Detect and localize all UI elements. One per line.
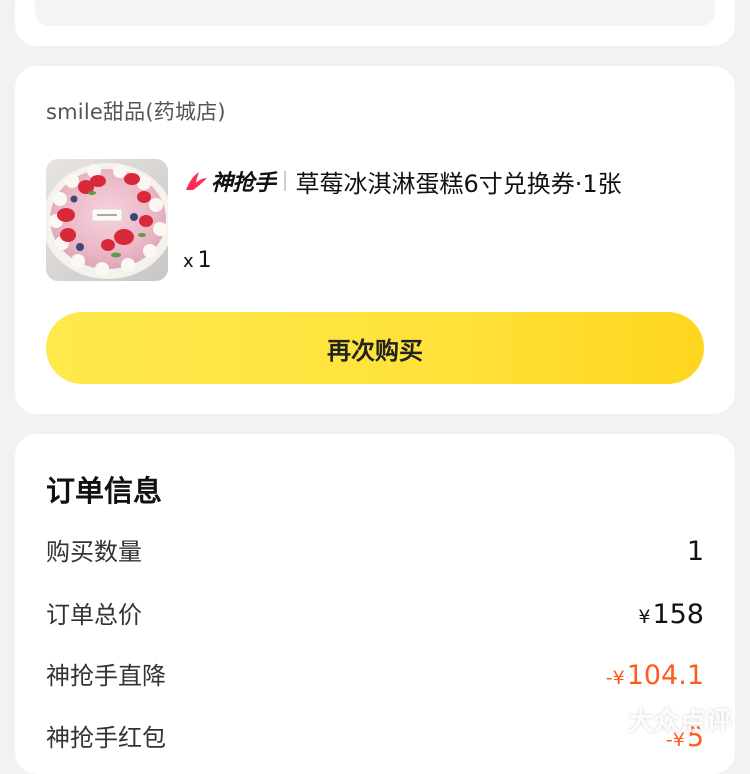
row-value: - ¥104.1 <box>606 656 704 698</box>
row-label: 订单总价 <box>46 601 142 629</box>
previous-card-inner <box>35 0 715 26</box>
row-value: 1 <box>687 532 704 572</box>
dianping-logo-icon <box>597 708 622 732</box>
order-row-quantity: 购买数量 1 <box>46 532 704 572</box>
currency-symbol: ¥ <box>638 606 651 628</box>
tag-divider <box>283 171 286 191</box>
flash-sale-logo-icon <box>186 172 207 190</box>
quantity-prefix: x <box>183 251 194 272</box>
store-name[interactable]: smile甜品(药城店) <box>46 96 226 126</box>
product-title-row[interactable]: 神抢手 草莓冰淇淋蛋糕6寸兑换券·1张 <box>183 164 622 198</box>
product-title: 草莓冰淇淋蛋糕6寸兑换券·1张 <box>295 169 622 198</box>
brand-tag: 神抢手 <box>183 165 276 197</box>
order-info-heading: 订单信息 <box>46 474 163 508</box>
cake-photo-icon <box>46 159 168 281</box>
row-amount: 104.1 <box>626 660 704 691</box>
product-quantity: x1 <box>183 248 212 273</box>
quantity-value: 1 <box>197 248 212 273</box>
order-row-flash-discount: 神抢手直降 - ¥104.1 <box>46 656 704 696</box>
row-value: ¥158 <box>638 595 704 637</box>
row-label: 购买数量 <box>46 538 142 566</box>
previous-card <box>15 0 735 46</box>
buy-again-button[interactable]: 再次购买 <box>46 312 704 384</box>
row-label: 神抢手红包 <box>46 724 166 752</box>
minus-sign: - <box>605 667 613 689</box>
product-image[interactable] <box>46 159 168 281</box>
order-row-total: 订单总价 ¥158 <box>46 595 704 635</box>
currency-symbol: ¥ <box>612 667 625 689</box>
row-amount: 158 <box>652 599 704 630</box>
dianping-watermark: 大众点评 <box>594 701 732 738</box>
row-label: 神抢手直降 <box>46 662 166 690</box>
brand-tag-label: 神抢手 <box>211 171 276 196</box>
product-card: smile甜品(药城店) 神抢手 草莓冰淇淋蛋糕6寸兑换券·1张 x 1 再次购… <box>15 66 735 414</box>
row-amount: 1 <box>686 536 704 567</box>
watermark-text: 大众点评 <box>627 707 732 737</box>
